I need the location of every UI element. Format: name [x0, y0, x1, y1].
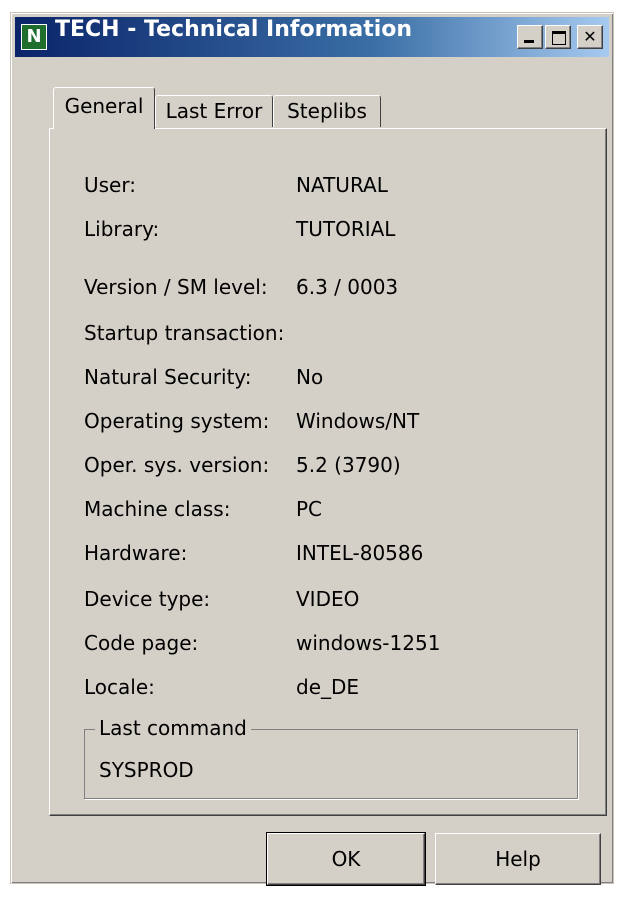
info-label: Locale:	[84, 675, 155, 699]
info-value: VIDEO	[296, 587, 360, 611]
maximize-button[interactable]	[545, 25, 571, 49]
natural-app-icon: N	[21, 24, 47, 50]
info-label: Hardware:	[84, 541, 188, 565]
last-command-value: SYSPROD	[99, 758, 194, 782]
info-label: Oper. sys. version:	[84, 453, 270, 477]
minimize-button[interactable]	[517, 25, 543, 49]
info-value: NATURAL	[296, 173, 388, 197]
last-command-title: Last command	[95, 716, 251, 740]
tech-info-dialog: N TECH - Technical Information ✕ General…	[10, 12, 614, 886]
general-tab-panel: User: NATURAL Library: TUTORIAL Version …	[49, 128, 607, 816]
info-label: Library:	[84, 217, 160, 241]
info-label: Code page:	[84, 631, 199, 655]
info-label: Device type:	[84, 587, 211, 611]
info-value: INTEL-80586	[296, 541, 424, 565]
info-value: PC	[296, 497, 323, 521]
help-button[interactable]: Help	[435, 833, 601, 885]
info-label: Version / SM level:	[84, 275, 268, 299]
title-bar[interactable]: N TECH - Technical Information ✕	[15, 17, 609, 57]
info-label: Operating system:	[84, 409, 270, 433]
minimize-icon	[524, 40, 534, 43]
last-command-group: Last command SYSPROD	[84, 716, 578, 799]
info-value: 6.3 / 0003	[296, 275, 399, 299]
window-title: TECH - Technical Information	[55, 17, 413, 42]
info-value: No	[296, 365, 324, 389]
info-value: Windows/NT	[296, 409, 420, 433]
info-label: Machine class:	[84, 497, 231, 521]
close-button[interactable]: ✕	[577, 25, 603, 49]
ok-button[interactable]: OK	[266, 832, 426, 886]
tab-last-error[interactable]: Last Error	[155, 95, 273, 127]
info-label: Natural Security:	[84, 365, 252, 389]
info-value: de_DE	[296, 675, 360, 699]
tab-general[interactable]: General	[53, 87, 155, 129]
info-label: User:	[84, 173, 136, 197]
close-icon: ✕	[583, 27, 597, 46]
maximize-icon	[552, 31, 566, 45]
info-label: Startup transaction:	[84, 321, 285, 345]
info-value: windows-1251	[296, 631, 441, 655]
info-value: 5.2 (3790)	[296, 453, 401, 477]
info-value: TUTORIAL	[296, 217, 396, 241]
tab-steplibs[interactable]: Steplibs	[273, 95, 381, 127]
